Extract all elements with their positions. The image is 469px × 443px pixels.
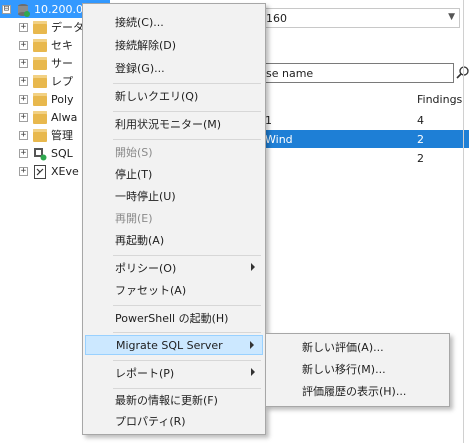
result-name: 1 — [265, 113, 272, 127]
xevent-profiler-icon — [33, 164, 47, 179]
menu-item-facets[interactable]: ファセット(A) — [85, 280, 263, 300]
result-findings: 2 — [417, 151, 424, 165]
tree-item-label: SQL — [51, 146, 73, 160]
menu-item-restart[interactable]: 再起動(A) — [85, 230, 263, 250]
folder-icon — [33, 128, 47, 142]
menu-item-migrate-sql-server[interactable]: Migrate SQL Server — [85, 335, 263, 355]
expand-icon[interactable]: + — [19, 112, 28, 122]
sql-agent-icon — [33, 147, 47, 160]
menu-item-disconnect[interactable]: 接続解除(D) — [85, 35, 263, 55]
folder-icon — [33, 110, 47, 124]
submenu-item-assessment-history[interactable]: 評価履歴の表示(H)... — [268, 381, 447, 401]
expand-icon[interactable]: + — [19, 76, 28, 86]
menu-separator — [113, 83, 261, 84]
expand-icon[interactable]: + — [19, 94, 28, 104]
folder-icon — [33, 74, 47, 88]
submenu-item-new-migration[interactable]: 新しい移行(M)... — [268, 359, 447, 379]
menu-separator — [113, 111, 261, 112]
collapse-icon[interactable]: ⊟ — [2, 4, 11, 14]
tree-item-label: Poly — [51, 92, 74, 106]
menu-separator — [113, 360, 261, 361]
submenu-arrow-icon — [251, 368, 255, 376]
menu-separator — [113, 388, 261, 389]
submenu-item-new-assessment[interactable]: 新しい評価(A)... — [268, 337, 447, 357]
folder-icon — [33, 56, 47, 70]
pane-divider — [463, 0, 464, 443]
folder-icon — [33, 92, 47, 106]
folder-icon — [33, 38, 47, 52]
submenu-arrow-icon — [250, 341, 254, 349]
submenu-arrow-icon — [251, 263, 255, 271]
expand-icon[interactable]: + — [19, 130, 28, 140]
expand-icon[interactable]: + — [19, 22, 28, 32]
menu-item-start: 開始(S) — [115, 146, 153, 159]
combo-value: 160 — [266, 11, 287, 25]
menu-separator — [113, 305, 261, 306]
menu-item-activity-monitor[interactable]: 利用状況モニター(M) — [85, 114, 263, 134]
expand-icon[interactable]: + — [19, 40, 28, 50]
tree-item-label: レプ — [51, 75, 73, 88]
migrate-submenu: 新しい評価(A)... 新しい移行(M)... 評価履歴の表示(H)... — [265, 333, 450, 407]
menu-item-label: Migrate SQL Server — [116, 338, 223, 352]
result-name: Wind — [265, 132, 293, 146]
server-icon — [16, 3, 30, 17]
menu-item-policies[interactable]: ポリシー(O) — [85, 258, 263, 278]
tree-item-label: サー — [51, 57, 73, 70]
menu-item-pause[interactable]: 一時停止(U) — [85, 186, 263, 206]
menu-item-register[interactable]: 登録(G)... — [85, 58, 263, 78]
menu-separator — [113, 255, 261, 256]
expand-icon[interactable]: + — [19, 166, 28, 176]
expand-icon[interactable]: + — [19, 58, 28, 68]
menu-item-refresh[interactable]: 最新の情報に更新(F) — [85, 390, 263, 410]
menu-item-label: レポート(P) — [115, 367, 175, 380]
tree-item-label: 管理 — [51, 129, 73, 142]
findings-column-header[interactable]: Findings — [417, 93, 462, 106]
menu-separator — [113, 139, 261, 140]
menu-item-new-query[interactable]: 新しいクエリ(Q) — [85, 86, 263, 106]
menu-item-stop[interactable]: 停止(T) — [85, 164, 263, 184]
tree-item-label: Alwa — [51, 110, 78, 124]
tree-item-label: XEve — [51, 164, 79, 178]
menu-item-reports[interactable]: レポート(P) — [85, 363, 263, 383]
chevron-down-icon[interactable]: ▼ — [448, 12, 455, 22]
menu-separator — [113, 332, 261, 333]
result-findings: 2 — [417, 132, 424, 146]
menu-item-connect[interactable]: 接続(C)... — [85, 12, 263, 32]
result-findings: 4 — [417, 113, 424, 127]
context-menu: 接続(C)... 接続解除(D) 登録(G)... 新しいクエリ(Q) 利用状況… — [82, 3, 266, 435]
folder-icon — [33, 20, 47, 34]
menu-item-resume: 再開(E) — [115, 212, 153, 225]
menu-item-properties[interactable]: プロパティ(R) — [85, 411, 263, 431]
expand-icon[interactable]: + — [19, 148, 28, 158]
search-placeholder: se name — [266, 66, 314, 80]
tree-item-label: セキ — [51, 39, 73, 52]
menu-item-label: ポリシー(O) — [115, 262, 177, 275]
menu-item-start-powershell[interactable]: PowerShell の起動(H) — [85, 308, 263, 328]
tree-item-label: データ — [51, 21, 84, 34]
